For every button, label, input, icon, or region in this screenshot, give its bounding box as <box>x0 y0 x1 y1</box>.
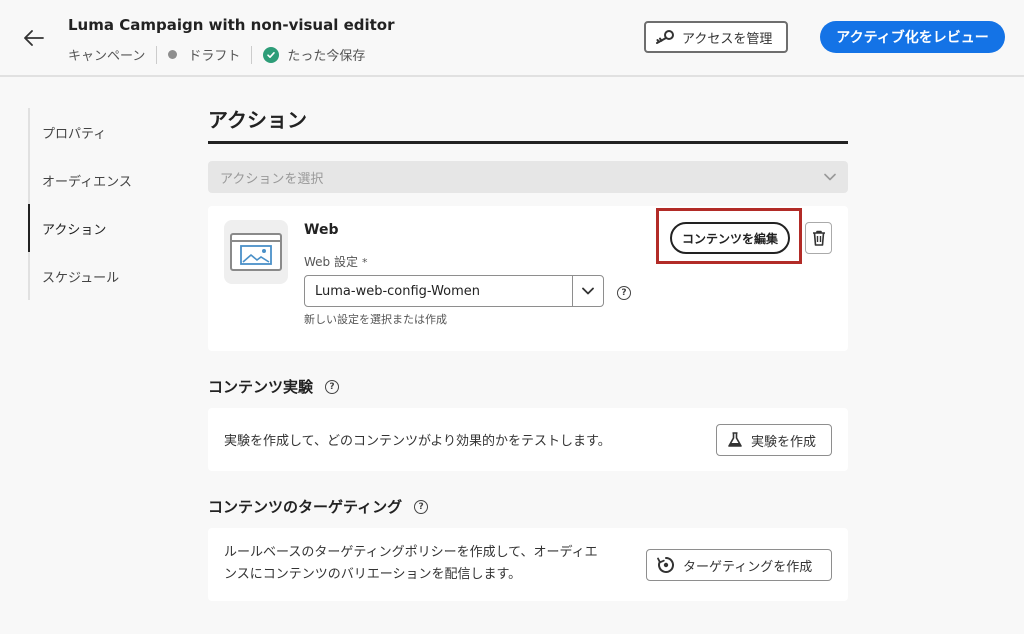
required-mark: * <box>361 256 368 269</box>
web-card-title: Web <box>304 222 339 238</box>
web-setting-label-text: Web 設定 <box>304 255 358 269</box>
chevron-down-icon <box>582 287 594 295</box>
help-icon[interactable]: ? <box>414 499 429 514</box>
sidebar-item-audience[interactable]: オーディエンス <box>30 156 178 204</box>
side-navigation: プロパティ オーディエンス アクション スケジュール <box>28 108 178 300</box>
targeting-section-title: コンテンツのターゲティング ? <box>208 496 429 517</box>
experiment-title: コンテンツ実験 <box>208 378 314 396</box>
targeting-title: コンテンツのターゲティング <box>208 498 403 516</box>
divider <box>156 45 158 64</box>
targeting-icon <box>657 556 675 573</box>
status-dot-icon <box>168 50 178 59</box>
trash-icon <box>812 230 825 246</box>
web-config-value[interactable]: Luma-web-config-Women <box>305 284 572 299</box>
create-targeting-label: ターゲティングを作成 <box>683 559 813 575</box>
checkmark-icon <box>263 46 280 63</box>
web-config-combobox[interactable]: Luma-web-config-Women <box>304 275 604 307</box>
create-experiment-button[interactable]: 実験を作成 <box>716 424 832 456</box>
key-icon <box>656 30 674 44</box>
targeting-description: ルールベースのターゲティングポリシーを作成して、オーディエンスにコンテンツのバリ… <box>224 545 598 582</box>
edit-content-button[interactable]: コンテンツを編集 <box>670 222 790 254</box>
create-targeting-button[interactable]: ターゲティングを作成 <box>646 549 832 581</box>
save-status: たった今保存 <box>287 49 366 64</box>
action-select-placeholder: アクションを選択 <box>220 171 324 187</box>
breadcrumb: キャンペーン ドラフト たった今保存 <box>68 45 365 64</box>
web-config-hint: 新しい設定を選択または作成 <box>304 313 447 326</box>
action-select[interactable]: アクションを選択 <box>208 161 848 193</box>
manage-access-button[interactable]: アクセスを管理 <box>644 21 788 53</box>
campaign-type-label: キャンペーン <box>68 49 146 64</box>
experiment-card: 実験を作成して、どのコンテンツがより効果的かをテストします。 実験を作成 <box>208 408 848 471</box>
chevron-down-icon <box>824 173 836 181</box>
page-title: Luma Campaign with non-visual editor <box>68 16 395 34</box>
experiment-section-title: コンテンツ実験 ? <box>208 376 340 397</box>
divider <box>251 45 253 64</box>
web-action-card: Web Web 設定 * Luma-web-config-Women ? 新しい設… <box>208 206 848 351</box>
sidebar-item-properties[interactable]: プロパティ <box>30 108 178 156</box>
back-button[interactable] <box>20 24 48 52</box>
title-divider <box>208 141 848 144</box>
section-title: アクション <box>208 108 307 132</box>
sidebar-item-actions[interactable]: アクション <box>28 204 178 252</box>
review-activate-button[interactable]: アクティブ化をレビュー <box>820 21 1005 53</box>
help-icon[interactable]: ? <box>617 286 631 300</box>
web-channel-icon <box>224 220 288 284</box>
status-badge: ドラフト <box>188 49 241 64</box>
web-config-dropdown-button[interactable] <box>572 276 603 306</box>
create-experiment-label: 実験を作成 <box>751 434 817 450</box>
help-icon[interactable]: ? <box>325 379 340 394</box>
beaker-icon <box>728 432 742 447</box>
manage-access-label: アクセスを管理 <box>682 31 773 47</box>
targeting-card: ルールベースのターゲティングポリシーを作成して、オーディエンスにコンテンツのバリ… <box>208 528 848 601</box>
header: Luma Campaign with non-visual editor キャン… <box>0 0 1024 77</box>
delete-button[interactable] <box>805 222 832 254</box>
web-setting-label: Web 設定 * <box>304 253 367 270</box>
experiment-description: 実験を作成して、どのコンテンツがより効果的かをテストします。 <box>224 434 611 449</box>
sidebar-item-schedule[interactable]: スケジュール <box>30 252 178 300</box>
arrow-left-icon <box>24 30 44 46</box>
